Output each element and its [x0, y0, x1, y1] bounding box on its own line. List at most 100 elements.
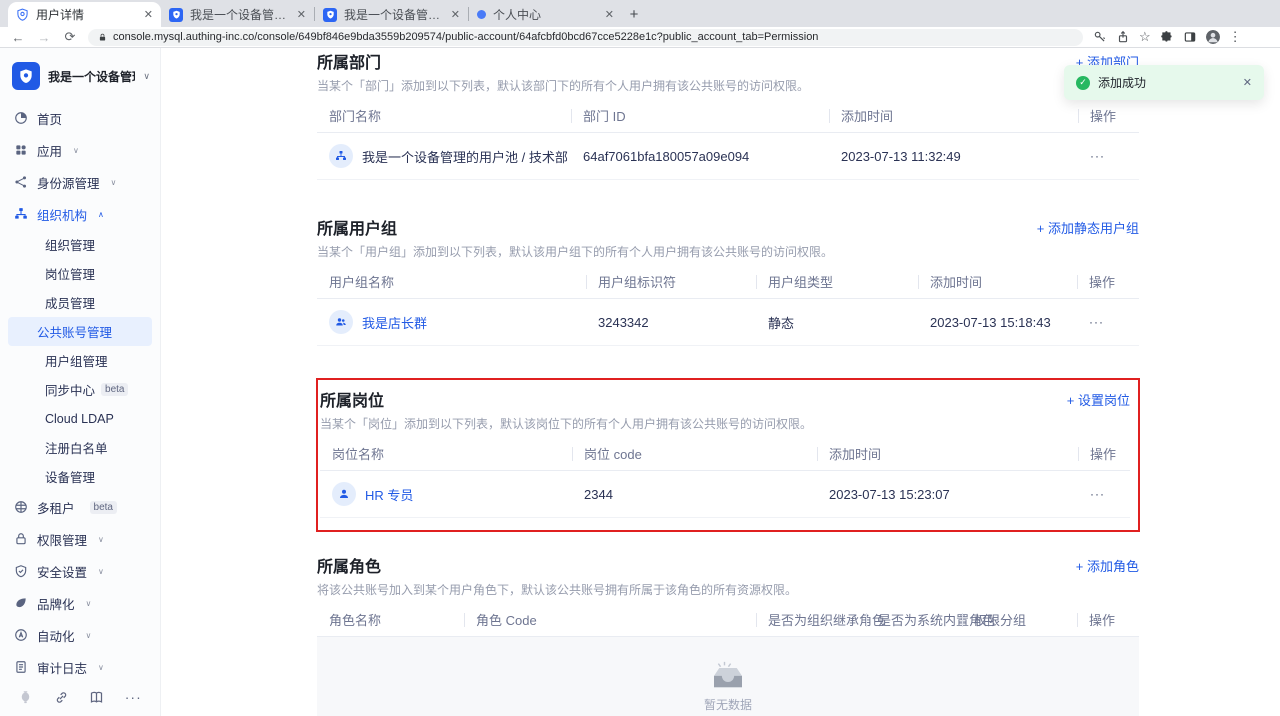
chevron-up-icon: ∧: [98, 210, 104, 219]
sidebar-item-permission-management[interactable]: 权限管理 ∨: [0, 523, 160, 555]
sidebar-item-device-management[interactable]: 设备管理: [8, 462, 152, 491]
chevron-down-icon: ∨: [111, 178, 117, 187]
shield-favicon-icon: [16, 8, 29, 21]
tab-personal-center[interactable]: 个人中心 ✕: [469, 2, 622, 27]
extensions-puzzle-icon[interactable]: [1160, 30, 1174, 44]
sidebar-item-public-account-management[interactable]: 公共账号管理: [8, 317, 152, 346]
success-check-icon: ✓: [1076, 76, 1090, 90]
column-header: 添加时间: [918, 266, 1077, 299]
password-key-icon[interactable]: [1093, 30, 1107, 44]
forward-icon[interactable]: →: [36, 30, 52, 45]
share-icon[interactable]: [1116, 30, 1130, 44]
position-name-link[interactable]: HR 专员: [365, 485, 413, 504]
sidebar-item-identity-sources[interactable]: 身份源管理 ∨: [0, 166, 160, 198]
sidebar-item-apps[interactable]: 应用 ∨: [0, 134, 160, 166]
workspace-name: 我是一个设备管理的...: [48, 68, 135, 85]
column-header: 角色 Code: [464, 604, 756, 637]
empty-state: 暂无数据: [317, 637, 1139, 716]
user-groups-table: 用户组名称 用户组标识符 用户组类型 添加时间 操作 我是店长群 3243342…: [317, 266, 1139, 346]
automation-icon: [14, 628, 28, 642]
column-header: 用户组类型: [756, 266, 918, 299]
chevron-down-icon: ∨: [86, 631, 92, 640]
sidebar-item-security-settings[interactable]: 安全设置 ∨: [0, 555, 160, 587]
sidebar-item-label: 首页: [37, 109, 62, 128]
assistant-lantern-icon[interactable]: [18, 690, 33, 705]
column-header: 角色名称: [317, 604, 464, 637]
chevron-down-icon: ∨: [73, 146, 79, 155]
new-tab-button[interactable]: +: [622, 2, 646, 26]
more-icon[interactable]: ···: [125, 689, 142, 705]
add-role-button[interactable]: + 添加角色: [1076, 556, 1139, 575]
link-icon[interactable]: [54, 690, 69, 705]
toast-close-icon[interactable]: ✕: [1243, 76, 1252, 89]
chevron-down-icon: ∨: [98, 535, 104, 544]
profile-avatar[interactable]: [1206, 30, 1220, 44]
section-user-groups: 所属用户组 + 添加静态用户组 当某个「用户组」添加到以下列表，默认该用户组下的…: [317, 216, 1139, 346]
bookmark-star-icon[interactable]: ☆: [1139, 29, 1151, 45]
lock-icon: [14, 532, 28, 546]
roles-table: 角色名称 角色 Code 是否为组织继承角色 是否为系统内置角色 权限分组 操作: [317, 604, 1139, 637]
sidebar-item-cloud-ldap[interactable]: Cloud LDAP: [8, 404, 152, 433]
tab-title: 用户详情: [36, 6, 137, 23]
column-header: 是否为系统内置角色: [866, 604, 962, 637]
department-icon: [329, 144, 353, 168]
chevron-down-icon: ∨: [98, 567, 104, 576]
workspace-switcher[interactable]: 我是一个设备管理的... ∨: [0, 48, 160, 90]
column-header: 岗位名称: [320, 438, 572, 471]
reload-icon[interactable]: ⟳: [62, 29, 78, 45]
table-row: 我是一个设备管理的用户池 / 技术部 64af7061bfa180057a09e…: [317, 133, 1139, 180]
sidebar-item-label: 安全设置: [37, 562, 87, 581]
sidebar-item-register-whitelist[interactable]: 注册白名单: [8, 433, 152, 462]
sidebar-item-label: 自动化: [37, 626, 75, 645]
docs-book-icon[interactable]: [89, 690, 104, 705]
sidebar-item-multi-tenant[interactable]: 多租户 beta: [0, 491, 160, 523]
side-panel-icon[interactable]: [1183, 30, 1197, 44]
success-toast: ✓ 添加成功 ✕: [1064, 65, 1264, 100]
tab-user-detail[interactable]: 用户详情 ✕: [8, 2, 161, 27]
empty-state-text: 暂无数据: [704, 696, 752, 713]
user-group-name-link[interactable]: 我是店长群: [362, 313, 427, 332]
tab-title: 我是一个设备管理的用户池: [190, 6, 290, 23]
back-icon[interactable]: ←: [10, 30, 26, 45]
sidebar-item-org-management[interactable]: 组织管理: [8, 230, 152, 259]
sidebar-item-member-management[interactable]: 成员管理: [8, 288, 152, 317]
set-position-button[interactable]: + 设置岗位: [1067, 390, 1130, 409]
authing-favicon-icon: [169, 8, 183, 22]
sidebar-item-label: 权限管理: [37, 530, 87, 549]
highlight-red-box: 所属岗位 + 设置岗位 当某个「岗位」添加到以下列表，默认该岗位下的所有个人用户…: [316, 378, 1140, 532]
address-bar[interactable]: console.mysql.authing-inc.co/console/649…: [88, 29, 1083, 46]
tab-close-icon[interactable]: ✕: [605, 8, 614, 21]
tab-userpool-2[interactable]: 我是一个设备管理的用户池 ✕: [315, 2, 468, 27]
authing-favicon-icon: [323, 8, 337, 22]
globe-icon: [14, 500, 28, 514]
toast-message: 添加成功: [1098, 74, 1235, 91]
tab-close-icon[interactable]: ✕: [144, 8, 153, 21]
sidebar: 我是一个设备管理的... ∨ 首页 应用 ∨ 身份源管理 ∨ 组织机构 ∧ 组织…: [0, 48, 161, 716]
sidebar-item-user-group-management[interactable]: 用户组管理: [8, 346, 152, 375]
tab-close-icon[interactable]: ✕: [297, 8, 306, 21]
departments-table: 部门名称 部门 ID 添加时间 操作 我是一个设备管理的用户池 / 技术部 64…: [317, 100, 1139, 180]
sidebar-item-position-management[interactable]: 岗位管理: [8, 259, 152, 288]
added-time: 2023-07-13 15:23:07: [817, 471, 1078, 518]
sidebar-item-sync-center[interactable]: 同步中心 beta: [8, 375, 152, 404]
section-description: 将该公共账号加入到某个用户角色下，默认该公共账号拥有所属于该角色的所有资源权限。: [317, 582, 1139, 598]
column-header: 部门 ID: [571, 100, 829, 133]
section-title: 所属用户组: [317, 215, 397, 239]
document-icon: [14, 660, 28, 674]
sidebar-item-home[interactable]: 首页: [0, 102, 160, 134]
row-actions-button[interactable]: ···: [1078, 471, 1130, 518]
beta-badge: beta: [101, 383, 128, 396]
tab-close-icon[interactable]: ✕: [451, 8, 460, 21]
tab-userpool-1[interactable]: 我是一个设备管理的用户池 ✕: [161, 2, 314, 27]
browser-menu-icon[interactable]: ⋮: [1229, 29, 1242, 45]
sidebar-item-automation[interactable]: 自动化 ∨: [0, 619, 160, 651]
chevron-down-icon: ∨: [143, 71, 150, 82]
sidebar-item-organization[interactable]: 组织机构 ∧: [0, 198, 160, 230]
row-actions-button[interactable]: ···: [1078, 133, 1139, 180]
sidebar-item-branding[interactable]: 品牌化 ∨: [0, 587, 160, 619]
table-row: 我是店长群 3243342 静态 2023-07-13 15:18:43 ···: [317, 299, 1139, 346]
row-actions-button[interactable]: ···: [1077, 299, 1139, 346]
add-static-user-group-button[interactable]: + 添加静态用户组: [1037, 218, 1139, 237]
column-header: 操作: [1078, 438, 1130, 471]
sidebar-item-label: 同步中心: [45, 380, 95, 399]
